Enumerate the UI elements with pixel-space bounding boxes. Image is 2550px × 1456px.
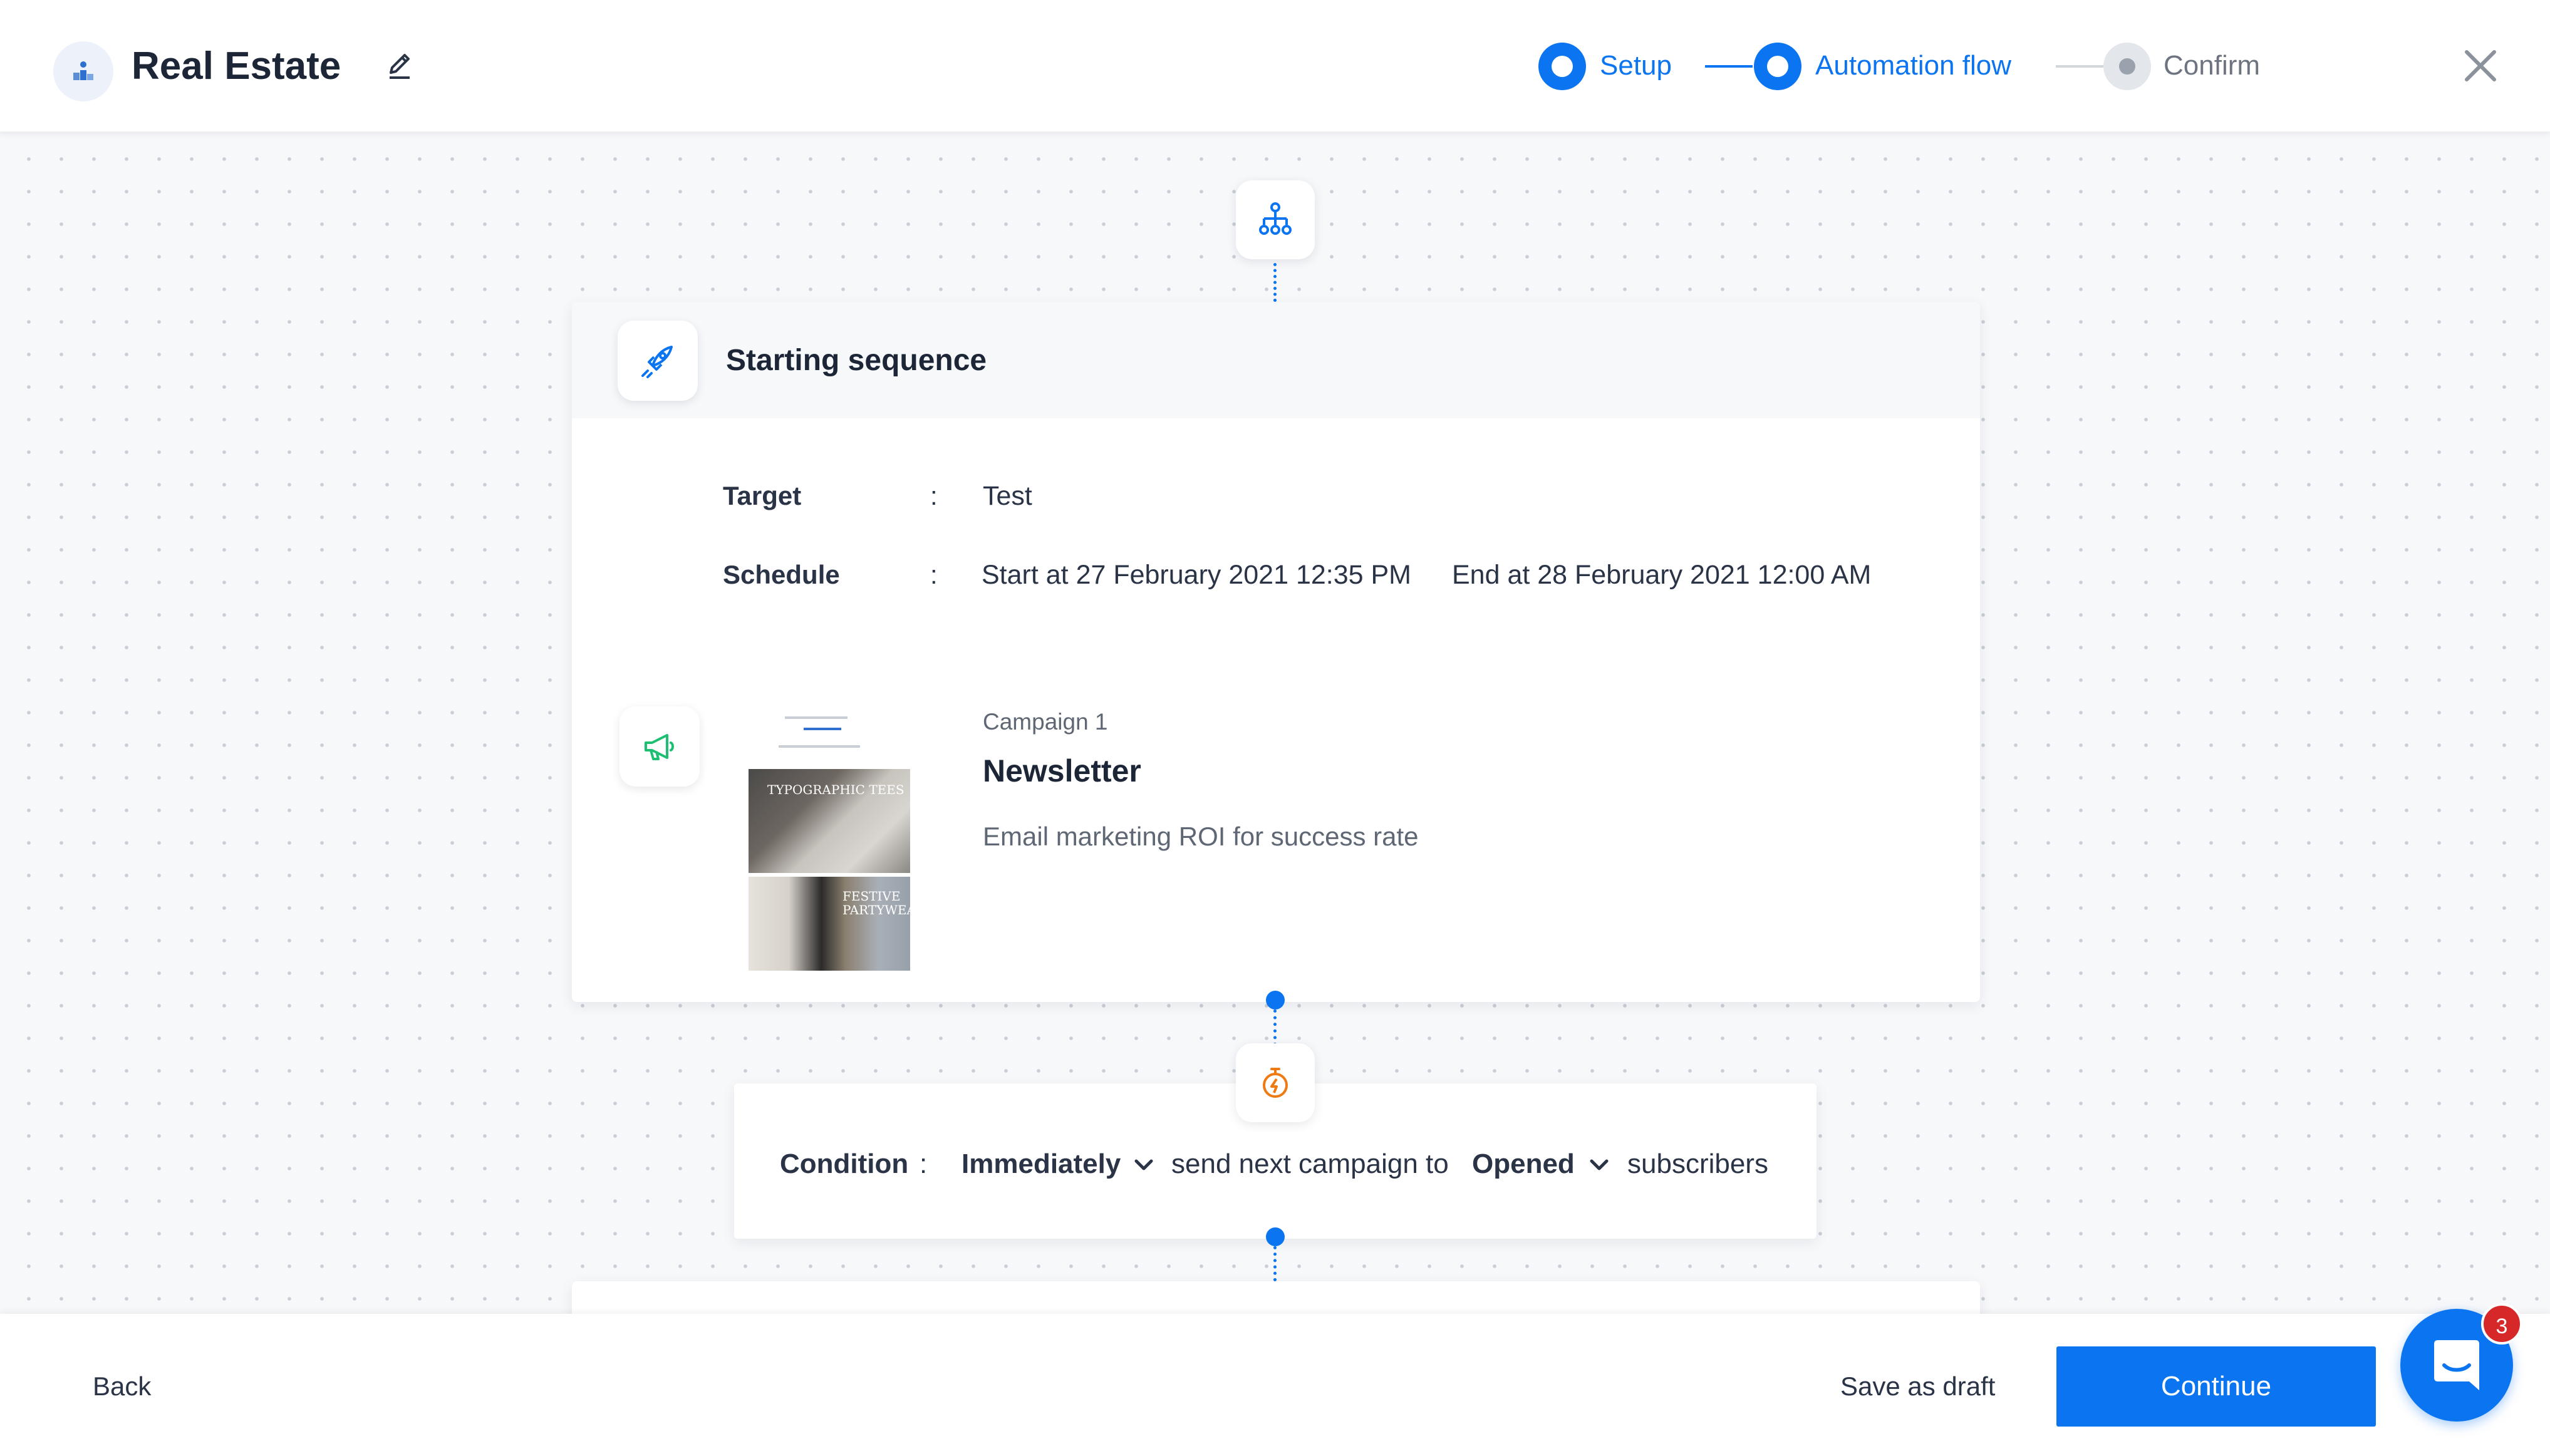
- campaign-badge: [619, 706, 700, 787]
- step-confirm[interactable]: Confirm: [2164, 50, 2260, 81]
- campaign-number: Campaign 1: [983, 709, 1108, 735]
- pencil-icon[interactable]: [386, 51, 413, 81]
- app-logo: [53, 41, 113, 101]
- schedule-end: End at 28 February 2021 12:00 AM: [1452, 560, 1872, 590]
- chat-icon: [2434, 1340, 2479, 1390]
- condition-node[interactable]: [1236, 1043, 1315, 1122]
- card-header: Starting sequence: [572, 302, 1980, 418]
- flow-connector: [1273, 1246, 1277, 1281]
- rocket-badge: [618, 321, 698, 401]
- flow-hierarchy-icon: [1259, 202, 1292, 235]
- notification-badge: 3: [2481, 1303, 2522, 1345]
- target-value: Test: [983, 481, 1032, 511]
- thumb-text: FESTIVE PARTYWEAR: [842, 889, 925, 917]
- step-setup[interactable]: Setup: [1600, 50, 1672, 81]
- schedule-start: Start at 27 February 2021 12:35 PM: [982, 560, 1412, 590]
- step-connector: [1705, 65, 1753, 68]
- thumb-image-bottom: FESTIVE PARTYWEAR: [749, 877, 925, 971]
- connector-dot: [1266, 1227, 1285, 1246]
- step-automation-indicator: [1754, 43, 1801, 90]
- condition-end-text: subscribers: [1627, 1149, 1768, 1179]
- flow-root-node[interactable]: [1236, 180, 1315, 259]
- thumb-header: [741, 709, 904, 759]
- condition-middle-text: send next campaign to: [1171, 1149, 1449, 1179]
- schedule-colon: :: [930, 560, 938, 589]
- step-setup-indicator: [1538, 43, 1586, 90]
- thumb-line: [804, 728, 841, 730]
- thumb-line: [779, 745, 860, 748]
- campaign-description: Email marketing ROI for success rate: [983, 822, 1419, 851]
- schedule-label: Schedule: [723, 560, 840, 589]
- status-dropdown[interactable]: Opened: [1472, 1149, 1575, 1180]
- chevron-down-icon[interactable]: [1131, 1152, 1156, 1177]
- megaphone-icon: [645, 734, 674, 760]
- thumb-line: [785, 716, 847, 719]
- timing-dropdown[interactable]: Immediately: [961, 1149, 1121, 1180]
- timer-icon: [1263, 1068, 1288, 1098]
- close-icon[interactable]: [2462, 47, 2499, 85]
- target-colon: :: [930, 481, 938, 510]
- back-button[interactable]: Back: [93, 1371, 151, 1402]
- condition-colon: :: [920, 1149, 928, 1179]
- app-logo-icon: [73, 61, 93, 80]
- starting-sequence-card: Starting sequence Target : Test Schedule…: [572, 302, 1980, 1002]
- page-title: Real Estate: [132, 44, 341, 88]
- footer-bar: Back Save as draft Continue: [0, 1314, 2550, 1456]
- card-title: Starting sequence: [726, 344, 987, 377]
- step-connector: [2056, 65, 2103, 68]
- target-label: Target: [723, 481, 802, 510]
- connector-dot: [1266, 991, 1285, 1009]
- step-confirm-indicator: [2103, 43, 2151, 90]
- flow-connector: [1273, 263, 1277, 302]
- thumb-text: TYPOGRAPHIC TEES: [767, 782, 904, 797]
- flow-connector: [1273, 1009, 1277, 1046]
- chevron-down-icon[interactable]: [1587, 1152, 1612, 1177]
- continue-button[interactable]: Continue: [2056, 1346, 2376, 1427]
- condition-label: Condition: [780, 1149, 909, 1179]
- rocket-icon: [641, 346, 673, 378]
- campaign-title[interactable]: Newsletter: [983, 753, 1141, 789]
- step-automation-flow[interactable]: Automation flow: [1815, 50, 2011, 81]
- top-bar: Real Estate Setup Automation flow Confir…: [0, 0, 2550, 132]
- save-draft-button[interactable]: Save as draft: [1840, 1371, 1995, 1402]
- newsletter-thumbnail[interactable]: TYPOGRAPHIC TEES FESTIVE PARTYWEAR: [741, 709, 925, 971]
- thumb-image-top: TYPOGRAPHIC TEES: [749, 769, 910, 873]
